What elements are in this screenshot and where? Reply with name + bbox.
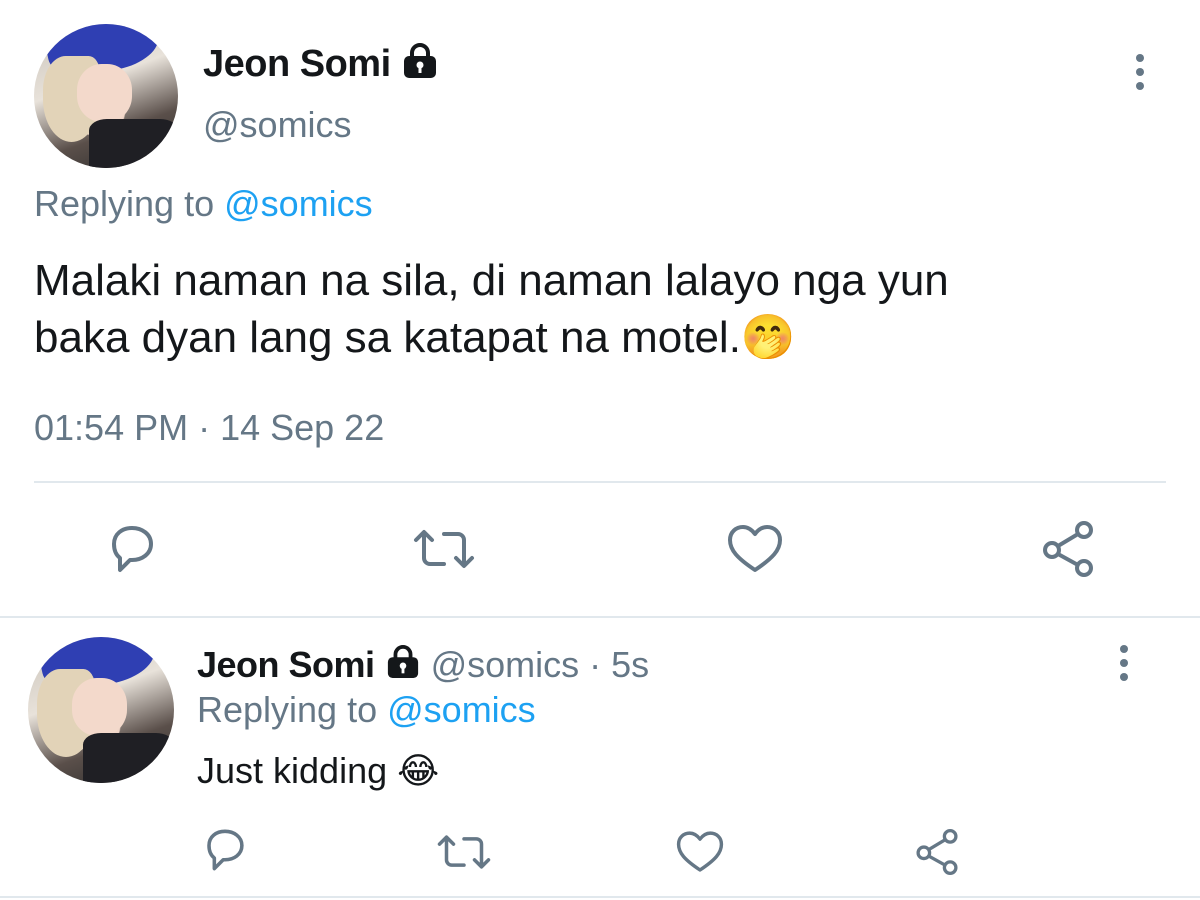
reply-icon[interactable]	[104, 522, 160, 576]
tweet-text-line: Malaki naman na sila, di naman lalayo ng…	[34, 256, 949, 305]
reply-text: Just kidding 😂	[197, 748, 439, 794]
reply-replying-to: Replying to @somics	[197, 688, 536, 732]
replying-to-link[interactable]: @somics	[387, 689, 536, 730]
heart-icon[interactable]	[676, 830, 724, 874]
tweet-text-part: baka dyan lang sa katapat na motel.	[34, 313, 741, 362]
display-name[interactable]: Jeon Somi	[203, 42, 439, 89]
display-name-text: Jeon Somi	[203, 43, 391, 85]
retweet-icon[interactable]	[436, 830, 492, 874]
share-icon[interactable]	[914, 828, 960, 876]
share-icon[interactable]	[1040, 520, 1096, 578]
reply-icon[interactable]	[200, 826, 250, 874]
reply-header: Jeon Somi @somics · 5s	[197, 643, 649, 689]
reply-display-name[interactable]: Jeon Somi	[197, 644, 375, 685]
heart-icon[interactable]	[727, 524, 783, 574]
more-options-icon[interactable]	[1136, 54, 1144, 96]
laughing-tears-emoji: 😂	[397, 750, 440, 791]
lock-icon	[401, 43, 439, 89]
replying-to: Replying to @somics	[34, 182, 373, 226]
reply-avatar[interactable]	[28, 637, 174, 783]
reply-more-options-icon[interactable]	[1120, 645, 1128, 687]
reply-handle-time[interactable]: @somics · 5s	[431, 644, 650, 685]
retweet-icon[interactable]	[412, 524, 476, 574]
tweet-text: Malaki naman na sila, di naman lalayo ng…	[34, 252, 1174, 366]
section-divider	[0, 616, 1200, 618]
timestamp[interactable]: 01:54 PM · 14 Sep 22	[34, 406, 384, 450]
replying-to-label: Replying to	[197, 689, 378, 730]
handle[interactable]: @somics	[203, 104, 352, 146]
replying-to-link[interactable]: @somics	[224, 183, 373, 224]
avatar[interactable]	[34, 24, 178, 168]
tweet-text-line: baka dyan lang sa katapat na motel.🤭	[34, 309, 1174, 366]
replying-to-label: Replying to	[34, 183, 215, 224]
face-hand-over-mouth-emoji: 🤭	[740, 313, 796, 362]
divider	[34, 481, 1166, 483]
bottom-divider	[0, 896, 1200, 898]
lock-icon	[385, 645, 421, 689]
reply-text-body: Just kidding	[197, 750, 388, 791]
